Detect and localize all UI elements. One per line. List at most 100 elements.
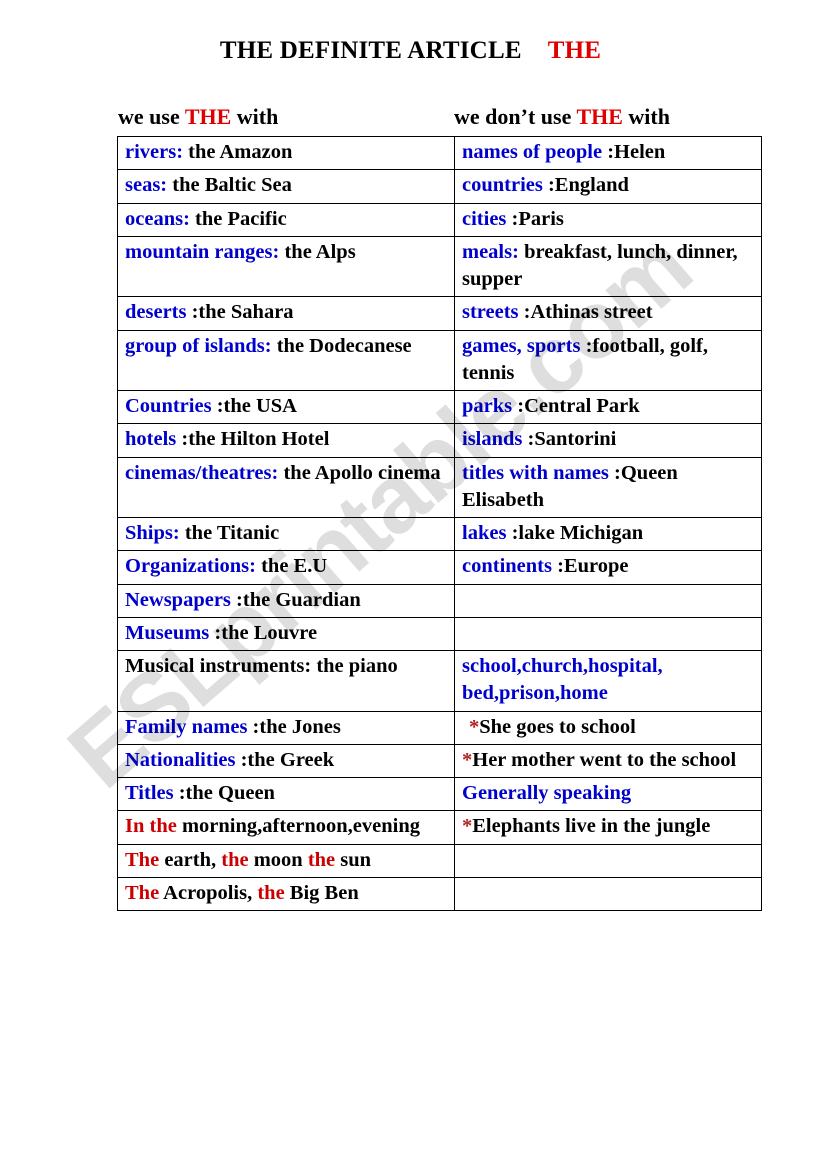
cell-label: countries — [462, 174, 543, 197]
page-title-main: THE DEFINITE ARTICLE — [219, 37, 522, 64]
cell-value: morning,afternoon,evening — [176, 815, 420, 838]
table-cell-use-the: hotels :the Hilton Hotel — [117, 423, 455, 458]
cell-label: oceans: — [125, 207, 190, 230]
table-cell-use-the: In the morning,afternoon,evening — [117, 810, 455, 845]
cell-label: Ships: — [125, 522, 180, 544]
table-row: mountain ranges: the Alps meals: breakfas… — [117, 235, 762, 298]
cell-value: the Baltic Sea — [167, 174, 292, 197]
definite-article-table: rivers: the Amazon names of people :Helen… — [117, 135, 762, 912]
table-cell-use-the: Titles :the Queen — [117, 776, 455, 812]
table-cell-no-the: islands :Santorini — [454, 423, 762, 458]
cell-value: the Dodecanese — [271, 334, 412, 357]
cell-label: Countries — [125, 395, 212, 417]
table-cell-no-the: games, sports :football, golf, tennis — [454, 329, 762, 391]
cell-label: Family names — [125, 715, 248, 738]
table-cell-no-the: lakes :lake Michigan — [454, 516, 762, 552]
cell-label: Musical instruments: — [125, 655, 312, 677]
table-cell-no-the-empty — [454, 876, 762, 912]
table-cell-use-the: Countries :the USA — [117, 389, 455, 425]
cell-label: * — [462, 748, 473, 771]
cell-value: :lake Michigan — [506, 522, 644, 544]
cell-label: continents — [462, 555, 552, 578]
cell-value: :Santorini — [522, 428, 617, 451]
table-cell-use-the: Nationalities :the Greek — [117, 743, 455, 779]
table-cell-use-the: The Acropolis, the Big Ben — [117, 876, 455, 912]
cell-label: cities — [462, 207, 507, 230]
cell-value: She goes to school — [479, 715, 636, 738]
cell-label: parks — [462, 395, 513, 417]
cell-value: the piano — [311, 655, 398, 677]
table-cell-use-the: group of islands: the Dodecanese — [117, 329, 455, 391]
cell-label: Museums — [125, 621, 210, 644]
table-cell-use-the: cinemas/theatres: the Apollo cinema — [117, 456, 455, 518]
table-cell-no-the: *She goes to school — [454, 710, 762, 745]
cell-label: group of islands: — [125, 334, 272, 357]
cell-value: the Apollo cinema — [278, 461, 441, 484]
cell-value: :the USA — [211, 395, 297, 417]
table-cell-no-the: Generally speaking — [454, 776, 762, 812]
cell-label: islands — [462, 428, 523, 451]
cell-label: Newspapers — [125, 588, 231, 611]
table-cell-no-the-empty — [454, 843, 762, 878]
table-cell-use-the: Ships: the Titanic — [117, 516, 455, 552]
table-cell-no-the: cities :Paris — [454, 202, 762, 237]
cell-label-2: the — [257, 881, 285, 904]
cell-label: school,church,hospital, bed,prison,home — [462, 655, 663, 705]
table-cell-use-the: Organizations: the E.U — [117, 550, 455, 585]
table-row: The earth, the moon the sun — [117, 843, 762, 878]
table-row: Family names :the Jones *She goes to scho… — [117, 710, 762, 745]
table-row: Museums :the Louvre — [117, 616, 762, 652]
table-row: Musical instruments: the piano school,chu… — [117, 650, 762, 712]
cell-label: The — [125, 881, 160, 904]
cell-label: In the — [125, 815, 177, 838]
table-body: rivers: the Amazon names of people :Helen… — [117, 135, 762, 912]
cell-value: earth, — [159, 848, 222, 871]
table-cell-no-the: *Elephants live in the jungle — [454, 810, 762, 845]
table-cell-use-the: Museums :the Louvre — [117, 616, 455, 652]
cell-label: meals: — [462, 240, 519, 263]
table-cell-use-the: Musical instruments: the piano — [117, 650, 455, 712]
cell-label: lakes — [462, 522, 507, 544]
cell-value: the Amazon — [183, 141, 293, 163]
table-cell-no-the: meals: breakfast, lunch, dinner, supper — [454, 235, 762, 298]
table-row: hotels :the Hilton Hotel islands :Santori… — [117, 423, 762, 458]
cell-value: :Central Park — [512, 395, 640, 417]
table-row: Nationalities :the Greek *Her mother went… — [117, 743, 762, 779]
worksheet-page: THE DEFINITE ARTICLE THE we use THE with … — [0, 0, 821, 1169]
cell-value: :Paris — [506, 207, 564, 230]
cell-value: the Pacific — [189, 207, 287, 230]
cell-label: hotels — [125, 428, 177, 451]
table-row: deserts :the Sahara streets :Athinas stre… — [117, 296, 762, 331]
table-cell-no-the: titles with names :Queen Elisabeth — [454, 456, 762, 518]
table-row: oceans: the Pacific cities :Paris — [117, 202, 762, 237]
cell-value: :Athinas street — [518, 301, 653, 324]
cell-label: Titles — [125, 782, 174, 804]
cell-label: Generally speaking — [462, 782, 632, 804]
cell-value: Her mother went to the school — [472, 748, 737, 771]
cell-value: the E.U — [255, 555, 328, 578]
cell-label: deserts — [125, 301, 187, 324]
table-row: cinemas/theatres: the Apollo cinema title… — [117, 456, 762, 518]
table-row: Newspapers :the Guardian — [117, 583, 762, 618]
cell-label: seas: — [125, 174, 168, 197]
table-cell-no-the: names of people :Helen — [454, 135, 762, 171]
table-cell-no-the-empty — [454, 616, 762, 652]
cell-label: Organizations: — [125, 555, 256, 578]
column-headings: we use THE with we don’t use THE with — [117, 104, 761, 132]
table-cell-use-the: oceans: the Pacific — [117, 202, 455, 237]
cell-label: rivers: — [125, 141, 184, 163]
table-cell-use-the: mountain ranges: the Alps — [117, 235, 455, 298]
table-row: The Acropolis, the Big Ben — [117, 876, 762, 912]
cell-value: the Alps — [279, 240, 356, 263]
page-title-accent: THE — [547, 37, 602, 64]
column-heading-dont-use-the: we don’t use THE with — [454, 104, 761, 132]
table-row: group of islands: the Dodecanese games, s… — [117, 329, 762, 391]
table-cell-use-the: rivers: the Amazon — [117, 135, 455, 171]
table-row: seas: the Baltic Sea countries :England — [117, 169, 762, 204]
table-cell-no-the: countries :England — [454, 169, 762, 204]
table-row: Organizations: the E.U continents :Europe — [117, 550, 762, 585]
cell-value: :the Queen — [173, 782, 275, 804]
heading-left-post: with — [231, 104, 279, 129]
table-cell-no-the-empty — [454, 583, 762, 618]
cell-label: mountain ranges: — [125, 240, 280, 263]
